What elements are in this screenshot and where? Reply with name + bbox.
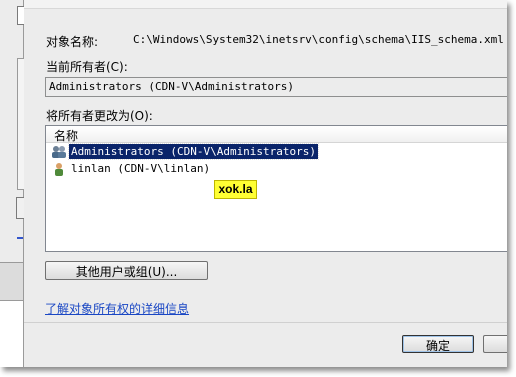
user-icon: [51, 162, 67, 176]
cancel-button[interactable]: [483, 335, 507, 353]
owner-listbox[interactable]: 名称 Administrators (CDN-V\Administrators): [45, 125, 507, 252]
background-window-field: [17, 6, 24, 25]
column-name-label: 名称: [54, 129, 79, 143]
footer-divider: [24, 322, 507, 323]
change-owner-label: 将所有者更改为(O):: [46, 109, 153, 123]
object-name-label: 对象名称:: [46, 35, 99, 49]
screenshot: 对象名称: C:\Windows\System32\inetsrv\config…: [0, 0, 507, 367]
current-owner-label: 当前所有者(C):: [46, 60, 128, 74]
background-window-panel: [17, 58, 24, 190]
change-owner-dialog: 对象名称: C:\Windows\System32\inetsrv\config…: [24, 0, 507, 367]
user-group-icon: [51, 145, 67, 159]
list-item-label: linlan (CDN-V\linlan): [71, 162, 211, 175]
background-window-footer: [0, 262, 23, 301]
background-window-button: [16, 197, 24, 219]
current-owner-field: Administrators (CDN-V\Administrators): [45, 77, 507, 97]
object-name-value: C:\Windows\System32\inetsrv\config\schem…: [133, 33, 504, 46]
ok-button[interactable]: 确定: [402, 335, 474, 353]
list-column-header[interactable]: 名称: [46, 126, 507, 143]
background-window: [0, 0, 24, 367]
dialog-top-edge: [24, 0, 507, 9]
other-users-button[interactable]: 其他用户或组(U)...: [45, 261, 208, 280]
list-item-linlan[interactable]: linlan (CDN-V\linlan): [51, 161, 212, 176]
learn-more-link[interactable]: 了解对象所有权的详细信息: [45, 300, 189, 317]
list-item-administrators[interactable]: Administrators (CDN-V\Administrators): [51, 143, 320, 160]
watermark-label: xok.la: [214, 180, 257, 199]
background-window-link: [17, 237, 23, 239]
list-item-label: Administrators (CDN-V\Administrators): [67, 143, 320, 160]
background-window-content: [0, 300, 23, 367]
object-name-row: 对象名称: C:\Windows\System32\inetsrv\config…: [46, 33, 504, 50]
